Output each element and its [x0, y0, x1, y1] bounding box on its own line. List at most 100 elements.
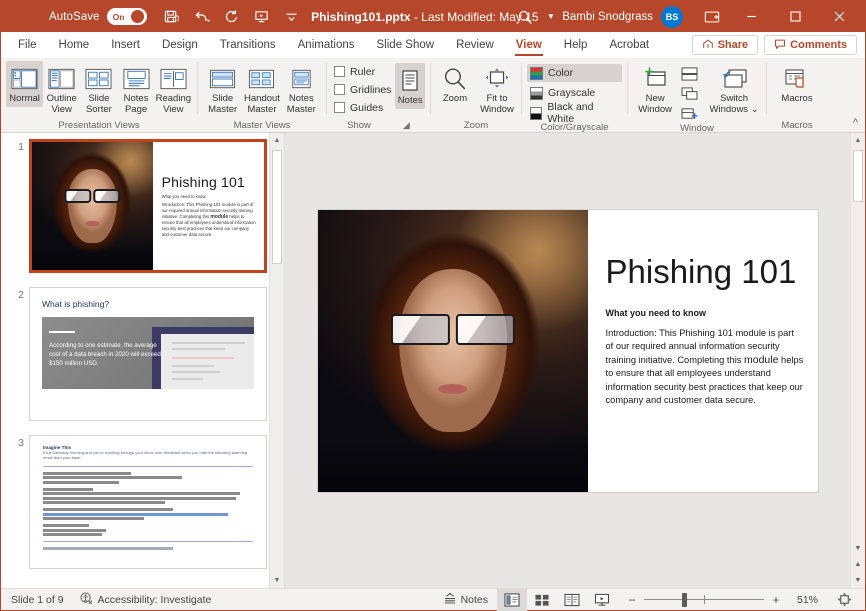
mouth	[437, 384, 468, 394]
magnifier-icon	[442, 64, 468, 94]
autosave-toggle[interactable]: On	[106, 8, 147, 25]
slide-show-button[interactable]	[587, 589, 617, 611]
customize-quick-access-toolbar-icon[interactable]	[279, 5, 305, 29]
tab-help[interactable]: Help	[553, 32, 599, 58]
notes-toggle-button[interactable]: Notes	[395, 63, 425, 109]
color-option[interactable]: Color	[527, 64, 622, 82]
group-label-master-views: Master Views	[233, 119, 291, 131]
slide-thumbnail-1[interactable]: Phishing 101 What you need to know Intro…	[29, 139, 267, 273]
reading-view-button[interactable]	[557, 589, 587, 611]
close-button[interactable]	[817, 1, 861, 32]
grayscale-label: Grayscale	[548, 87, 596, 99]
tab-home[interactable]: Home	[48, 32, 101, 58]
tab-design[interactable]: Design	[151, 32, 209, 58]
tab-bar-actions: Share Comments	[691, 32, 865, 58]
tab-view[interactable]: View	[505, 32, 553, 58]
save-icon[interactable]	[159, 5, 185, 29]
zoom-in-button[interactable]: +	[771, 593, 781, 607]
gridlines-checkbox[interactable]: Gridlines	[334, 81, 391, 98]
status-right: Notes − + 51%	[434, 588, 865, 611]
start-presentation-icon[interactable]	[249, 5, 275, 29]
thumb-subtitle: What you need to know	[161, 194, 206, 199]
tab-slide-show[interactable]: Slide Show	[366, 32, 446, 58]
ribbon-display-options-icon[interactable]	[695, 3, 729, 31]
zoom-out-button[interactable]: −	[627, 593, 637, 607]
tab-insert[interactable]: Insert	[100, 32, 151, 58]
scroll-up-arrow-icon[interactable]: ▲	[270, 133, 284, 148]
thumb-photo	[32, 142, 153, 270]
slide-master-button[interactable]: Slide Master	[203, 61, 242, 117]
zoom-slider[interactable]	[644, 589, 764, 611]
chevron-down-icon[interactable]: ⌄	[751, 104, 759, 115]
tab-review[interactable]: Review	[445, 32, 505, 58]
collapse-ribbon-button[interactable]: ^	[853, 117, 858, 129]
minimize-button[interactable]	[729, 1, 773, 32]
tab-transitions[interactable]: Transitions	[209, 32, 287, 58]
zoom-slider-handle[interactable]	[682, 592, 688, 607]
cascade-icon[interactable]	[678, 85, 700, 103]
tab-animations[interactable]: Animations	[287, 32, 366, 58]
fit-slide-to-window-button[interactable]	[831, 589, 857, 611]
title-chevron-down-icon[interactable]: ▼	[547, 12, 555, 21]
slide-editing-area[interactable]: Phishing 101 What you need to know Intro…	[285, 133, 850, 588]
scrollbar-thumb[interactable]	[272, 150, 282, 264]
slide-thumbnail-2[interactable]: What is phishing? According to one estim…	[29, 287, 267, 421]
macros-button[interactable]: Macros	[774, 61, 820, 107]
reading-view-button[interactable]: Reading View	[155, 61, 192, 117]
fit-to-window-button[interactable]: Fit to Window	[478, 61, 516, 117]
macros-label: Macros	[781, 93, 813, 104]
handout-master-button[interactable]: Handout Master	[242, 61, 281, 117]
slide-master-label2: Master	[208, 103, 238, 115]
slide-text-block[interactable]: Phishing 101 What you need to know Intro…	[588, 210, 818, 492]
status-left: Slide 1 of 9 Accessibility: Investigate	[1, 591, 211, 608]
move-split-icon[interactable]	[678, 105, 700, 123]
ribbon-group-show: Ruler Gridlines Guides Notes Show ◢	[327, 58, 430, 132]
arrange-all-icon[interactable]	[678, 65, 700, 83]
grayscale-option[interactable]: Grayscale	[527, 84, 622, 102]
slide-title[interactable]: Phishing 101	[606, 253, 804, 290]
scroll-down-arrow-icon[interactable]: ▼	[270, 573, 284, 588]
tab-acrobat[interactable]: Acrobat	[598, 32, 660, 58]
email-body	[43, 487, 253, 505]
slide-sorter-label2: Sorter	[85, 103, 112, 115]
previous-slide-button[interactable]: ▲	[851, 556, 865, 572]
zoom-button[interactable]: Zoom	[436, 61, 474, 107]
maximize-button[interactable]	[773, 1, 817, 32]
guides-checkbox[interactable]: Guides	[334, 99, 391, 116]
accessibility-status[interactable]: Accessibility: Investigate	[80, 591, 211, 608]
user-name[interactable]: Bambi Snodgrass	[562, 11, 653, 23]
outline-view-button[interactable]: Outline View	[43, 61, 80, 117]
slide-thumbnail-3[interactable]: Imagine This It's a Saturday morning and…	[29, 435, 267, 569]
scroll-up-arrow-icon[interactable]: ▲	[851, 133, 865, 148]
black-and-white-option[interactable]: Black and White	[527, 101, 622, 125]
new-window-button[interactable]: New Window	[633, 61, 677, 117]
current-slide[interactable]: Phishing 101 What you need to know Intro…	[317, 209, 818, 492]
notes-button[interactable]: Notes	[434, 589, 497, 611]
undo-icon[interactable]	[189, 5, 215, 29]
slide-body[interactable]: Introduction: This Phishing 101 module i…	[606, 327, 804, 408]
switch-windows-button[interactable]: Switch Windows ⌄	[707, 61, 761, 117]
slide-sorter-button[interactable]	[527, 589, 557, 611]
notes-page-button[interactable]: Notes Page	[117, 61, 154, 117]
next-slide-button[interactable]: ▼	[851, 572, 865, 588]
ruler-checkbox[interactable]: Ruler	[334, 63, 391, 80]
notes-master-button[interactable]: Notes Master	[282, 61, 321, 117]
redo-icon[interactable]	[219, 5, 245, 29]
zoom-level[interactable]: 51%	[788, 594, 818, 606]
share-button[interactable]: Share	[691, 35, 759, 55]
normal-view-button[interactable]: Normal	[6, 61, 44, 107]
scrollbar-thumb[interactable]	[853, 150, 863, 202]
slide-counter[interactable]: Slide 1 of 9	[11, 594, 64, 606]
accent-rule	[49, 331, 75, 333]
scroll-down-arrow-icon[interactable]: ▼	[851, 540, 865, 556]
comments-button[interactable]: Comments	[764, 35, 857, 55]
slide-image[interactable]	[317, 209, 588, 492]
thumbnail-scrollbar[interactable]: ▲ ▼	[269, 133, 284, 588]
show-dialog-launcher-icon[interactable]: ◢	[403, 120, 410, 131]
avatar[interactable]: BS	[661, 5, 683, 28]
tab-file[interactable]: File	[7, 32, 48, 58]
slide-subtitle[interactable]: What you need to know	[606, 308, 804, 318]
normal-view-button[interactable]	[497, 588, 527, 611]
slide-scrollbar[interactable]: ▲ ▼ ▲ ▼	[850, 133, 865, 588]
slide-sorter-button[interactable]: Slide Sorter	[80, 61, 117, 117]
